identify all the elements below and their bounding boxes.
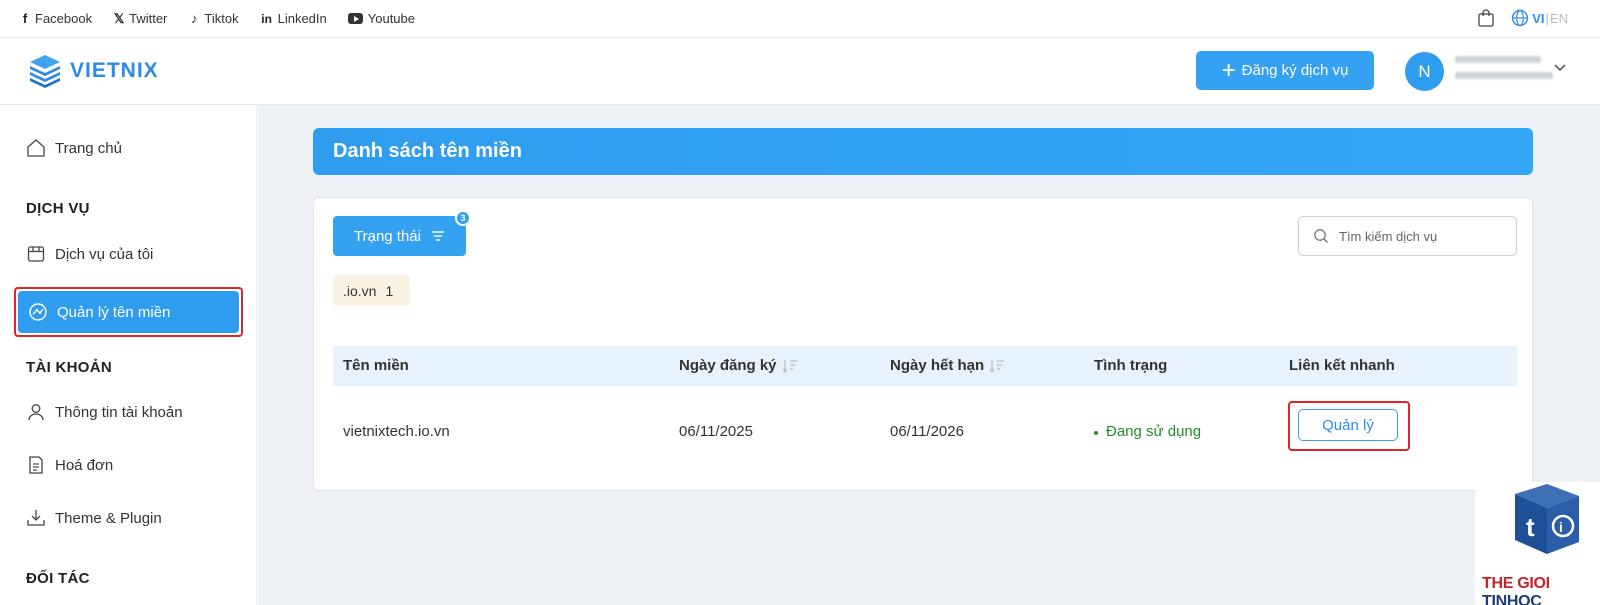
social-link-youtube[interactable]: Youtube — [347, 11, 415, 26]
sidebar-item-label: Quản lý tên miền — [57, 303, 171, 321]
cell-expiry-date: 06/11/2026 — [890, 423, 964, 440]
table-header: Tên miền Ngày đăng ký Ngày hết hạn Tình … — [333, 346, 1517, 386]
globe-network-icon — [28, 302, 48, 322]
home-icon — [26, 138, 46, 158]
tiktok-icon: ♪ — [191, 11, 198, 26]
sidebar-item-account-info[interactable]: Thông tin tài khoản — [26, 402, 183, 422]
sidebar-item-theme-plugin[interactable]: Theme & Plugin — [26, 508, 162, 528]
social-label: Twitter — [129, 11, 168, 26]
status-filter-label: Trạng thái — [354, 227, 421, 245]
sidebar: Trang chủ DỊCH VỤ Dịch vụ của tôi Quản l… — [0, 105, 257, 605]
sidebar-item-label: Theme & Plugin — [55, 509, 162, 527]
sidebar-item-label: Trang chủ — [55, 139, 122, 157]
register-service-button[interactable]: + Đăng ký dịch vụ — [1196, 51, 1374, 90]
user-icon — [26, 402, 46, 422]
social-links: f Facebook 𝕏 Twitter ♪ Tiktok in LinkedI… — [18, 10, 435, 27]
watermark-part1: THE GIOI — [1482, 575, 1550, 592]
column-label: Tên miền — [343, 357, 409, 374]
user-avatar[interactable]: N — [1405, 52, 1444, 91]
tag-name: .io.vn — [343, 282, 377, 299]
page-title: Danh sách tên miền — [313, 128, 1533, 175]
cell-status: Đang sử dụng — [1094, 423, 1201, 440]
top-social-bar: f Facebook 𝕏 Twitter ♪ Tiktok in LinkedI… — [0, 0, 1600, 38]
sidebar-item-my-services[interactable]: Dịch vụ của tôi — [26, 244, 153, 264]
register-service-label: Đăng ký dịch vụ — [1241, 62, 1349, 79]
column-label: Liên kết nhanh — [1289, 357, 1395, 374]
invoice-icon — [26, 455, 46, 475]
column-header-quick-links: Liên kết nhanh — [1289, 357, 1395, 374]
status-label: Đang sử dụng — [1106, 423, 1202, 440]
column-label: Ngày đăng ký — [679, 357, 777, 374]
language-vi[interactable]: VI — [1532, 11, 1544, 26]
chevron-down-icon[interactable] — [1553, 60, 1567, 74]
social-link-linkedin[interactable]: in LinkedIn — [259, 11, 327, 26]
download-tray-icon — [26, 508, 46, 528]
cell-registered-date: 06/11/2025 — [679, 423, 753, 440]
shopping-bag-icon[interactable] — [1478, 9, 1494, 27]
sidebar-section-partner: ĐỐI TÁC — [26, 570, 90, 587]
plus-icon: + — [1221, 56, 1236, 84]
manage-button[interactable]: Quản lý — [1298, 409, 1398, 441]
user-name-redacted[interactable] — [1455, 56, 1555, 88]
filter-icon — [431, 231, 444, 241]
social-label: Tiktok — [204, 11, 239, 26]
vietnix-logo[interactable]: VIETNIX — [26, 52, 159, 90]
column-header-domain: Tên miền — [343, 357, 409, 374]
language-switcher[interactable]: VI | EN — [1511, 9, 1568, 27]
column-label: Ngày hết hạn — [890, 357, 985, 374]
youtube-icon — [347, 12, 365, 26]
box-icon — [26, 244, 46, 264]
filter-count-badge: 3 — [455, 210, 471, 226]
watermark-cube-icon: t i — [1515, 484, 1579, 554]
sidebar-section-services: DỊCH VỤ — [26, 200, 90, 217]
domain-list-card: Trạng thái 3 .io.vn 1 Tên miền Ngà — [313, 197, 1533, 491]
social-label: LinkedIn — [277, 11, 327, 26]
logo-cube-icon — [30, 55, 60, 88]
search-icon — [1314, 229, 1328, 243]
status-filter-button[interactable]: Trạng thái — [333, 216, 466, 256]
sort-icon[interactable] — [782, 359, 798, 373]
watermark-text: THE GIOI TINHOC — [1482, 575, 1600, 605]
svg-text:i: i — [1559, 519, 1563, 535]
linkedin-icon: in — [261, 11, 272, 26]
social-link-twitter[interactable]: 𝕏 Twitter — [112, 10, 168, 27]
search-input[interactable] — [1339, 228, 1499, 244]
column-label: Tình trạng — [1094, 357, 1168, 374]
social-link-facebook[interactable]: f Facebook — [18, 11, 92, 26]
main-content: Danh sách tên miền Trạng thái 3 .io.vn 1 — [258, 105, 1600, 605]
sidebar-section-account: TÀI KHOẢN — [26, 359, 113, 376]
language-en[interactable]: EN — [1550, 11, 1568, 26]
sidebar-item-label: Dịch vụ của tôi — [55, 245, 154, 263]
logo-text: VIETNIX — [70, 59, 159, 82]
social-label: Facebook — [35, 11, 93, 26]
sidebar-item-home[interactable]: Trang chủ — [26, 138, 122, 158]
sort-icon[interactable] — [989, 359, 1005, 373]
sidebar-item-label: Hoá đơn — [55, 456, 114, 474]
column-header-expires[interactable]: Ngày hết hạn — [890, 357, 1005, 374]
language-separator: | — [1545, 10, 1549, 26]
sidebar-item-invoices[interactable]: Hoá đơn — [26, 455, 113, 475]
sidebar-item-domain-management[interactable]: Quản lý tên miền — [18, 291, 239, 333]
globe-icon — [1512, 9, 1529, 27]
tld-filter-tag[interactable]: .io.vn 1 — [333, 275, 410, 306]
svg-text:t: t — [1526, 512, 1535, 542]
social-link-tiktok[interactable]: ♪ Tiktok — [187, 11, 238, 26]
social-label: Youtube — [367, 11, 415, 26]
watermark-part2: TINHOC — [1482, 593, 1542, 605]
search-box[interactable] — [1298, 216, 1517, 256]
app-header: VIETNIX + Đăng ký dịch vụ N — [0, 38, 1600, 105]
status-dot-icon — [1094, 431, 1098, 435]
facebook-icon: f — [22, 11, 28, 26]
column-header-status: Tình trạng — [1094, 357, 1167, 374]
twitter-x-icon: 𝕏 — [113, 10, 125, 26]
sidebar-item-label: Thông tin tài khoản — [55, 403, 183, 421]
cell-domain[interactable]: vietnixtech.io.vn — [343, 423, 450, 440]
column-header-registered[interactable]: Ngày đăng ký — [679, 357, 798, 374]
tag-count: 1 — [385, 282, 394, 299]
